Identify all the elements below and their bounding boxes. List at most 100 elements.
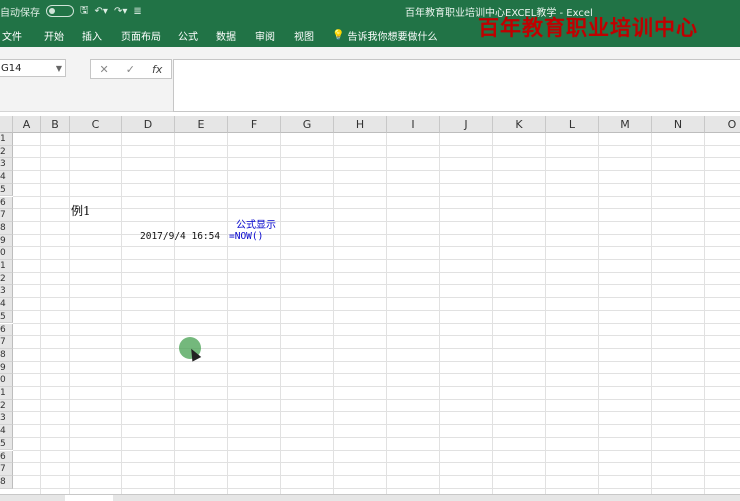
column-header-l[interactable]: L xyxy=(546,116,599,133)
column-header-d[interactable]: D xyxy=(122,116,175,133)
gridline-horizontal xyxy=(13,284,740,286)
tell-me-box[interactable]: 💡 告诉我你想要做什么 xyxy=(332,28,437,43)
row-header-6[interactable]: 6 xyxy=(0,196,13,210)
column-header-g[interactable]: G xyxy=(281,116,334,133)
gridline-horizontal xyxy=(13,309,740,311)
row-header-23[interactable]: 3 xyxy=(0,412,13,426)
row-header-9[interactable]: 9 xyxy=(0,234,13,248)
row-header-7[interactable]: 7 xyxy=(0,209,13,222)
tab-file[interactable]: 文件 xyxy=(2,28,22,43)
row-header-16[interactable]: 6 xyxy=(0,323,13,337)
gridline-vertical xyxy=(121,133,122,494)
formula-input[interactable] xyxy=(173,59,740,112)
row-header-21[interactable]: 1 xyxy=(0,387,13,400)
row-header-28[interactable]: 8 xyxy=(0,475,13,489)
cell-f7[interactable]: 公式显示 xyxy=(236,216,276,231)
column-header-m[interactable]: M xyxy=(599,116,652,133)
column-header-a[interactable]: A xyxy=(13,116,41,133)
row-header-19[interactable]: 9 xyxy=(0,361,13,375)
save-icon[interactable]: 🖫 xyxy=(80,3,89,20)
gridline-vertical xyxy=(69,133,70,494)
customize-qat-icon[interactable]: ≣ xyxy=(133,6,141,17)
column-header-f[interactable]: F xyxy=(228,116,281,133)
sheet-tab-active[interactable] xyxy=(65,495,113,501)
column-header-c[interactable]: C xyxy=(70,116,122,133)
gridline-vertical xyxy=(333,133,334,494)
column-header-k[interactable]: K xyxy=(493,116,546,133)
row-header-8[interactable]: 8 xyxy=(0,221,13,235)
gridline-vertical xyxy=(227,133,228,494)
row-header-12[interactable]: 2 xyxy=(0,272,13,286)
enter-icon[interactable]: ✓ xyxy=(126,63,135,76)
row-header-15[interactable]: 5 xyxy=(0,310,13,324)
tell-me-text: 告诉我你想要做什么 xyxy=(347,32,438,43)
gridline-horizontal xyxy=(13,398,740,400)
row-header-13[interactable]: 3 xyxy=(0,285,13,299)
column-header-n[interactable]: N xyxy=(652,116,705,133)
gridline-horizontal xyxy=(13,322,740,324)
autosave-label: 自动保存 xyxy=(0,7,40,19)
column-header-e[interactable]: E xyxy=(175,116,228,133)
gridline-horizontal xyxy=(13,246,740,248)
cell-f8[interactable]: =NOW() xyxy=(229,231,263,242)
row-header-5[interactable]: 5 xyxy=(0,183,13,197)
row-header-1[interactable]: 1 xyxy=(0,133,13,146)
redo-icon[interactable]: ↷▾ xyxy=(114,6,127,17)
row-header-22[interactable]: 2 xyxy=(0,399,13,413)
column-header-b[interactable]: B xyxy=(41,116,70,133)
watermark-text: 百年教育职业培训中心 xyxy=(478,15,698,40)
name-box-value: G14 xyxy=(1,63,22,74)
tab-formulas[interactable]: 公式 xyxy=(178,28,198,43)
row-header-11[interactable]: 1 xyxy=(0,260,13,273)
row-header-3[interactable]: 3 xyxy=(0,158,13,172)
column-header-o[interactable]: O xyxy=(705,116,740,133)
gridline-horizontal xyxy=(13,474,740,476)
gridline-horizontal xyxy=(13,386,740,387)
column-header-h[interactable]: H xyxy=(334,116,387,133)
tab-page-layout[interactable]: 页面布局 xyxy=(121,28,161,43)
row-header-18[interactable]: 8 xyxy=(0,348,13,362)
row-header-25[interactable]: 5 xyxy=(0,437,13,451)
formula-bar: G14 ▼ ✕ ✓ fx xyxy=(0,58,740,112)
tab-view[interactable]: 视图 xyxy=(294,28,314,43)
ribbon-collapsed-area xyxy=(0,47,740,58)
row-header-10[interactable]: 0 xyxy=(0,247,13,260)
column-header-j[interactable]: J xyxy=(440,116,493,133)
name-box[interactable]: G14 ▼ xyxy=(0,59,66,77)
tab-review[interactable]: 审阅 xyxy=(255,28,275,43)
gridline-horizontal xyxy=(13,195,740,197)
gridline-horizontal xyxy=(13,182,740,184)
tab-data[interactable]: 数据 xyxy=(216,28,236,43)
cell-c6[interactable]: 例1 xyxy=(71,202,91,219)
gridline-horizontal xyxy=(13,170,740,172)
tab-insert[interactable]: 插入 xyxy=(82,28,102,43)
row-header-14[interactable]: 4 xyxy=(0,298,13,311)
row-header-26[interactable]: 6 xyxy=(0,450,13,464)
column-header-i[interactable]: I xyxy=(387,116,440,133)
gridline-vertical xyxy=(40,133,41,494)
gridline-horizontal xyxy=(13,220,740,222)
formula-buttons: ✕ ✓ fx xyxy=(90,59,172,79)
gridline-horizontal xyxy=(13,259,740,260)
row-header-24[interactable]: 4 xyxy=(0,425,13,438)
gridline-horizontal xyxy=(13,411,740,413)
gridline-horizontal xyxy=(13,297,740,299)
gridline-vertical xyxy=(174,133,175,494)
gridline-horizontal xyxy=(13,373,740,375)
row-header-27[interactable]: 7 xyxy=(0,463,13,476)
lightbulb-icon: 💡 xyxy=(332,30,345,41)
worksheet-grid[interactable]: ABCDEFGHIJKLMNO 123456789012345678901234… xyxy=(0,116,740,494)
row-header-4[interactable]: 4 xyxy=(0,171,13,184)
row-header-17[interactable]: 7 xyxy=(0,336,13,349)
cell-d8[interactable]: 2017/9/4 16:54 xyxy=(140,231,220,242)
undo-icon[interactable]: ↶▾ xyxy=(95,6,108,17)
tab-home[interactable]: 开始 xyxy=(44,28,64,43)
select-all-corner[interactable] xyxy=(0,116,13,133)
gridline-horizontal xyxy=(13,208,740,210)
insert-function-icon[interactable]: fx xyxy=(152,63,162,76)
cancel-icon[interactable]: ✕ xyxy=(100,63,109,76)
row-header-20[interactable]: 0 xyxy=(0,374,13,387)
chevron-down-icon[interactable]: ▼ xyxy=(56,60,62,78)
autosave-toggle[interactable] xyxy=(46,5,74,17)
row-header-2[interactable]: 2 xyxy=(0,145,13,159)
